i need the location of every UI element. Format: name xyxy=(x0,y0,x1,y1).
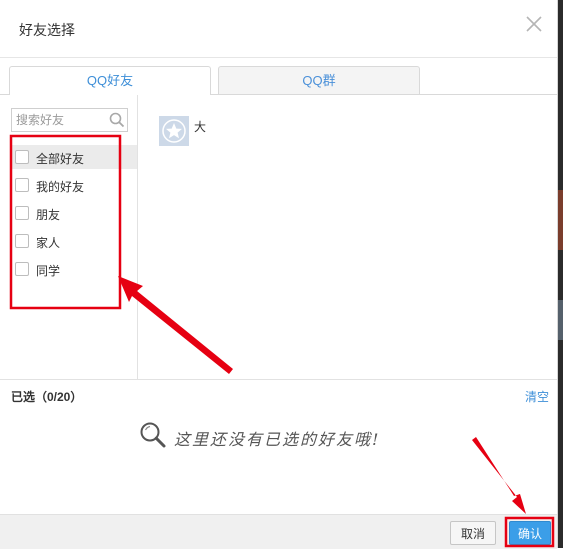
default-avatar-icon xyxy=(162,119,186,143)
group-label: 我的好友 xyxy=(36,180,85,194)
group-label: 全部好友 xyxy=(36,152,85,166)
magnifier-icon xyxy=(140,422,166,448)
background-strip-segment xyxy=(558,190,563,250)
group-checkbox[interactable] xyxy=(15,234,29,248)
group-checkbox[interactable] xyxy=(15,178,29,192)
search-icon[interactable] xyxy=(108,111,126,129)
clear-selection-link[interactable]: 清空 xyxy=(525,388,549,405)
selected-count-label: 已选（0/20） xyxy=(11,390,83,404)
background-window-edge xyxy=(558,0,563,548)
group-item-friends[interactable]: 朋友 xyxy=(10,201,137,225)
group-item-my-friends[interactable]: 我的好友 xyxy=(10,173,137,197)
group-item-family[interactable]: 家人 xyxy=(10,229,137,253)
close-icon xyxy=(526,16,542,32)
group-label: 朋友 xyxy=(36,208,61,222)
selected-divider xyxy=(0,379,557,380)
group-checkbox[interactable] xyxy=(15,150,29,164)
avatar xyxy=(159,116,189,146)
close-button[interactable] xyxy=(522,12,546,36)
background-strip-segment xyxy=(558,300,563,340)
confirm-button[interactable]: 确认 xyxy=(509,521,551,545)
group-item-all-friends[interactable]: 全部好友 xyxy=(10,145,137,169)
group-checkbox[interactable] xyxy=(15,206,29,220)
header-divider xyxy=(0,57,557,58)
cancel-button[interactable]: 取消 xyxy=(450,521,496,545)
friend-picker-dialog: 好友选择 QQ好友 QQ群 全部好友 我的好友 朋友 家人 同学 xyxy=(0,0,558,549)
group-label: 同学 xyxy=(36,264,61,278)
friend-name: 大 xyxy=(194,120,207,134)
friend-search-box xyxy=(11,108,128,132)
tab-qq-groups[interactable]: QQ群 xyxy=(218,66,420,94)
group-item-classmates[interactable]: 同学 xyxy=(10,257,137,281)
dialog-footer: 取消 确认 xyxy=(0,514,557,549)
group-checkbox[interactable] xyxy=(15,262,29,276)
empty-hint-text: 这里还没有已选的好友哦! xyxy=(174,430,381,449)
group-label: 家人 xyxy=(36,236,61,250)
tab-qq-friends[interactable]: QQ好友 xyxy=(9,66,211,95)
dialog-title: 好友选择 xyxy=(19,22,75,38)
search-input[interactable] xyxy=(12,109,110,131)
